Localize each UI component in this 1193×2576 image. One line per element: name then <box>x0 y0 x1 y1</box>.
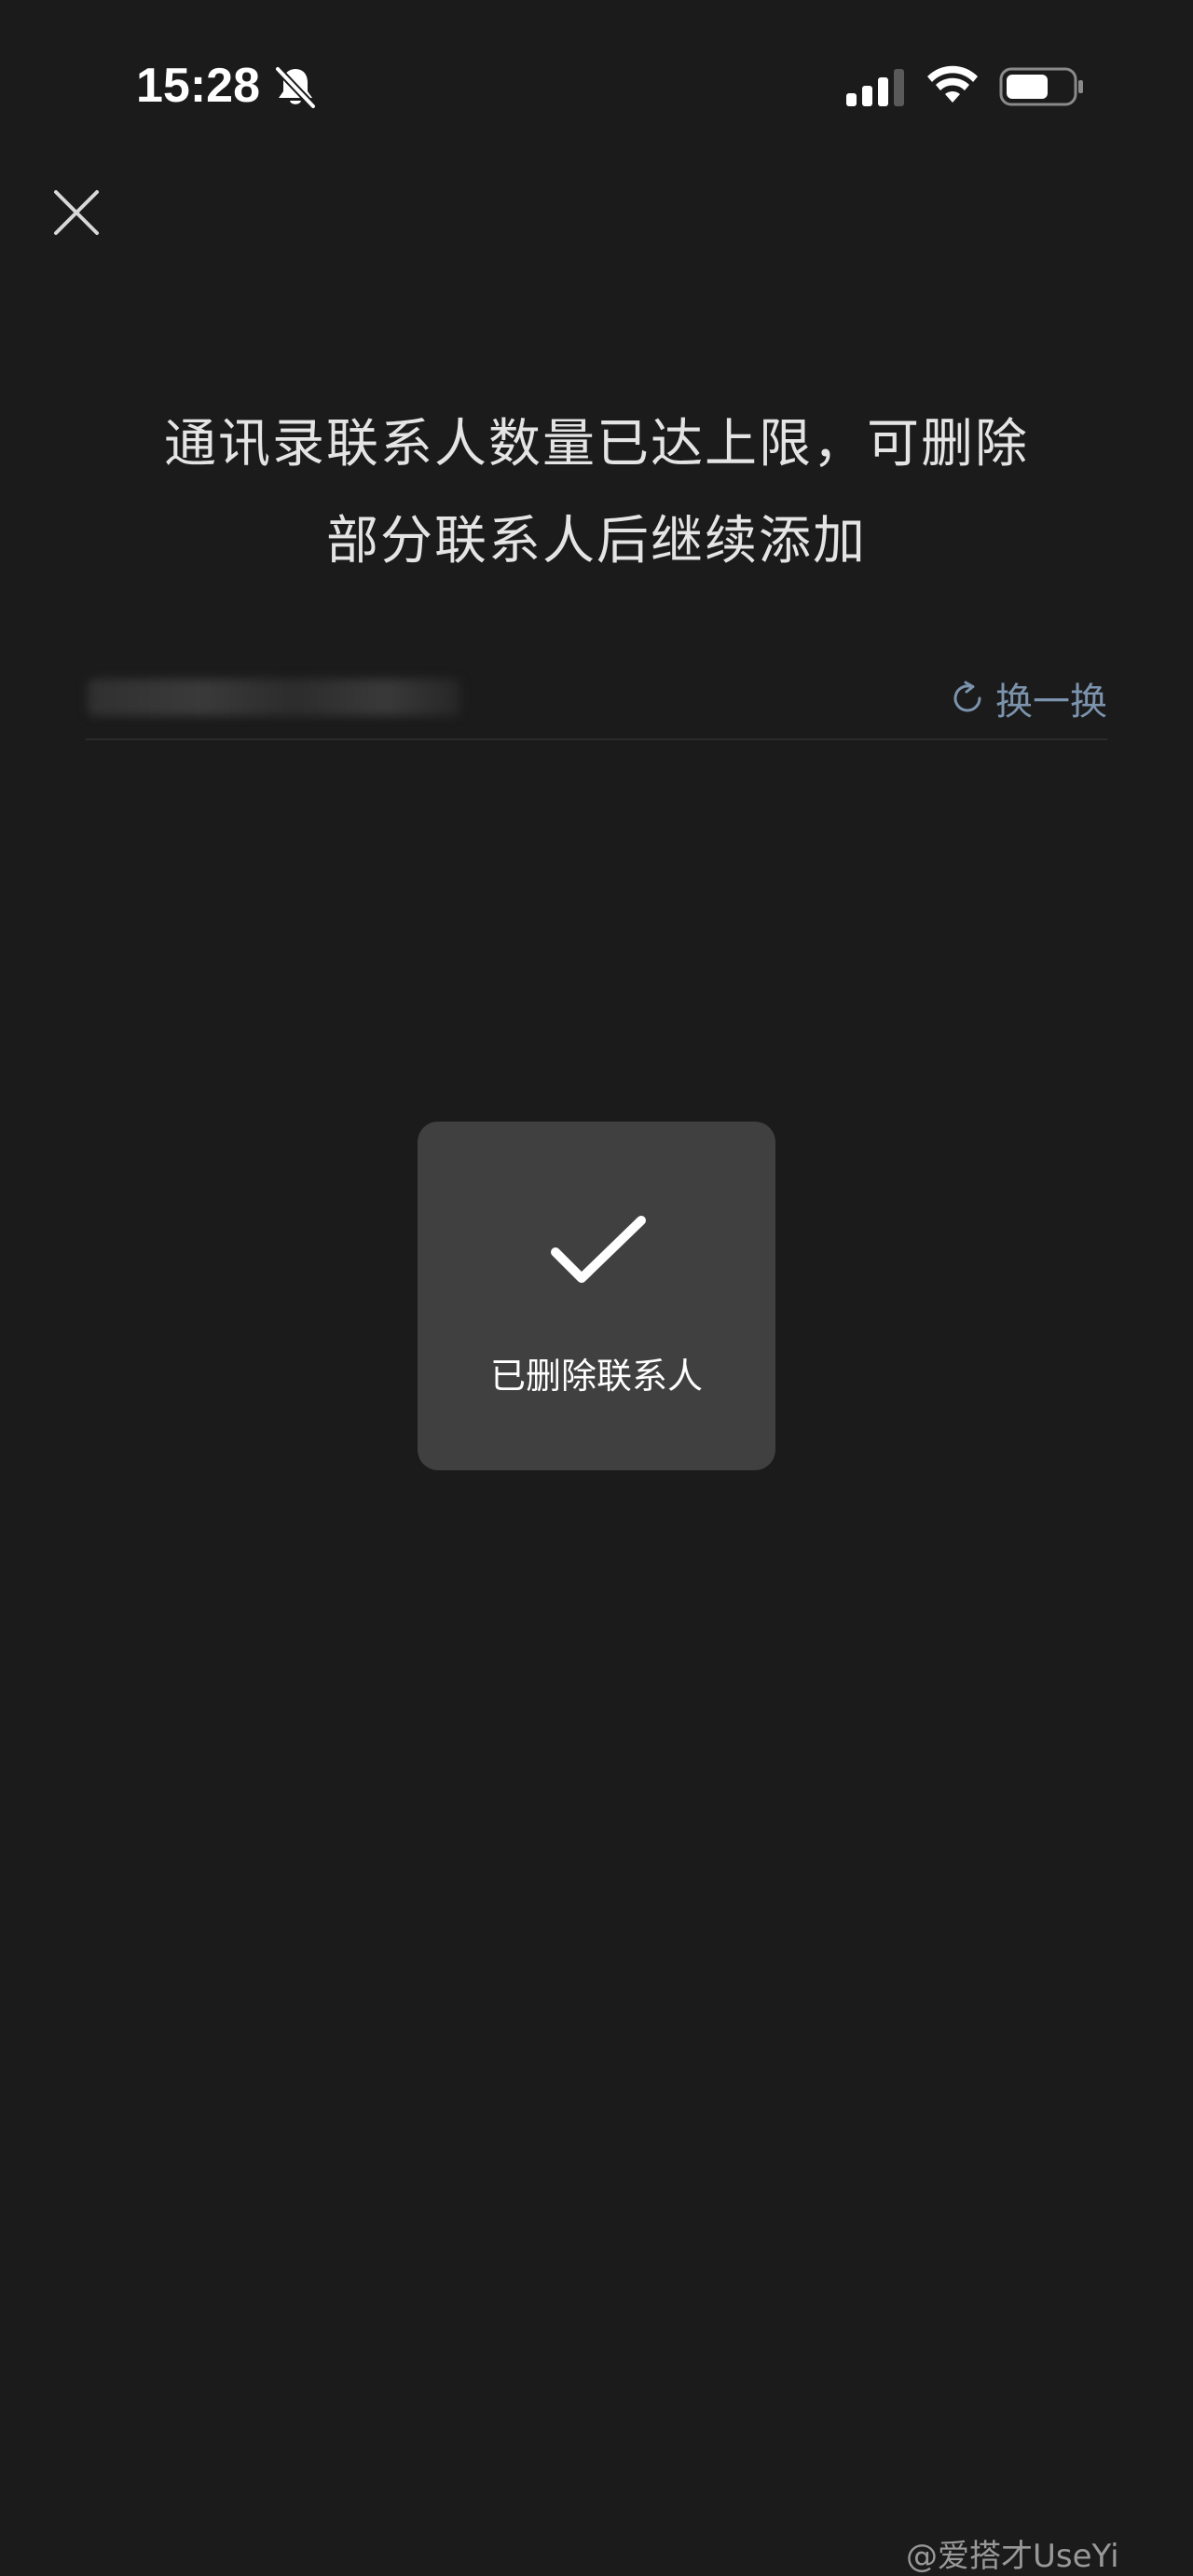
status-time: 15:28 <box>136 59 260 113</box>
page-title: 通讯录联系人数量已达上限，可删除 部分联系人后继续添加 <box>93 396 1100 590</box>
refresh-icon <box>953 681 981 712</box>
close-button[interactable] <box>50 186 103 239</box>
wifi-icon <box>927 65 978 103</box>
watermark: @爱搭才UseYi <box>906 2538 1119 2575</box>
cellular-signal-icon <box>846 69 904 106</box>
contact-row: 换一换 <box>86 664 1107 740</box>
success-toast: 已删除联系人 <box>418 1122 775 1470</box>
title-line-2: 部分联系人后继续添加 <box>326 511 867 572</box>
refresh-button[interactable]: 换一换 <box>949 675 1107 723</box>
toast-message: 已删除联系人 <box>489 1356 703 1397</box>
battery-icon <box>999 67 1083 106</box>
checkmark-icon <box>551 1216 646 1283</box>
bell-muted-icon <box>274 65 317 110</box>
status-bar: 15:28 <box>0 0 1193 168</box>
title-line-1: 通讯录联系人数量已达上限，可删除 <box>164 414 1029 475</box>
blurred-contact-name <box>88 679 460 716</box>
refresh-label: 换一换 <box>995 681 1107 723</box>
